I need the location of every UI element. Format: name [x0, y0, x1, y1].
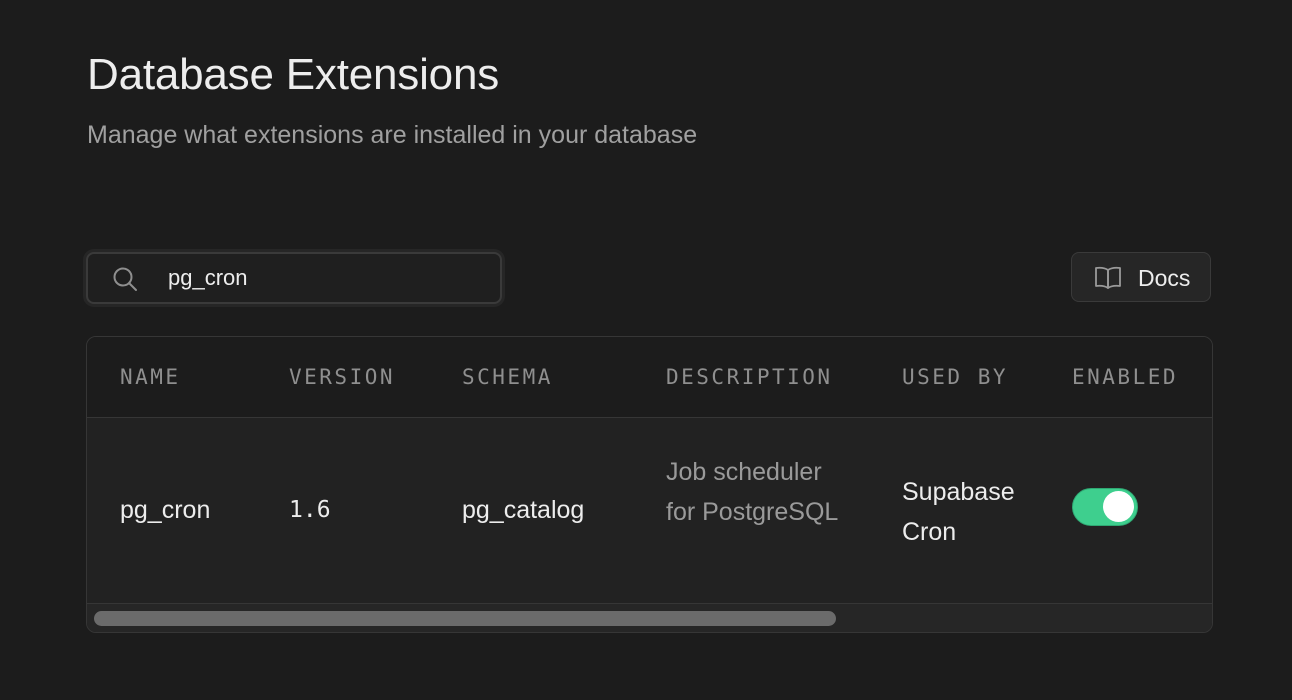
search-input[interactable]: [168, 254, 488, 302]
extension-version: 1.6: [289, 497, 331, 523]
extensions-table: NAME VERSION SCHEMA DESCRIPTION USED BY …: [86, 336, 1213, 633]
enabled-toggle[interactable]: [1072, 488, 1138, 526]
extensions-page: Database Extensions Manage what extensio…: [0, 0, 1292, 700]
docs-button[interactable]: Docs: [1071, 252, 1211, 302]
column-header-description[interactable]: DESCRIPTION: [666, 365, 833, 389]
extension-description: Job scheduler for PostgreSQL: [666, 458, 839, 526]
extension-used-by: Supabase Cron: [902, 478, 1015, 546]
column-header-used-by[interactable]: USED BY: [902, 365, 1008, 389]
table-header: NAME VERSION SCHEMA DESCRIPTION USED BY …: [87, 337, 1212, 418]
column-header-enabled[interactable]: ENABLED: [1072, 365, 1178, 389]
page-subtitle: Manage what extensions are installed in …: [87, 121, 698, 149]
column-header-name[interactable]: NAME: [120, 365, 181, 389]
page-title: Database Extensions: [87, 50, 500, 99]
book-open-icon: [1094, 265, 1122, 291]
search-icon: [112, 266, 138, 292]
column-header-schema[interactable]: SCHEMA: [462, 365, 553, 389]
horizontal-scrollbar[interactable]: [87, 604, 1212, 632]
search-box[interactable]: [86, 252, 502, 304]
extension-schema: pg_catalog: [462, 496, 585, 524]
docs-button-label: Docs: [1138, 265, 1191, 291]
extension-name: pg_cron: [120, 496, 211, 524]
column-header-version[interactable]: VERSION: [289, 365, 395, 389]
scrollbar-thumb[interactable]: [94, 611, 836, 626]
table-row: pg_cron 1.6 pg_catalog Job scheduler for…: [87, 418, 1212, 604]
toggle-knob: [1103, 491, 1134, 522]
